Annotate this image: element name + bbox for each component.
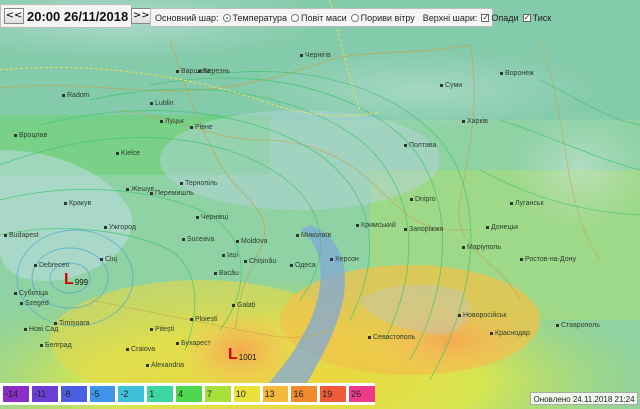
city-label: Ужгород — [104, 224, 136, 231]
option-label: Пориви вітру — [360, 12, 415, 23]
city-label: Dnipro — [410, 196, 436, 203]
city-label: Suceava — [182, 236, 214, 243]
city-label: Iași — [222, 252, 238, 259]
next-time-button[interactable]: >> — [131, 8, 152, 24]
radio-button[interactable] — [350, 13, 359, 22]
city-label: Луцьк — [160, 118, 184, 125]
city-label: Суми — [440, 82, 462, 89]
legend-swatch: 1 — [147, 386, 174, 402]
legend-swatch: 26 — [349, 386, 375, 402]
city-label: Debrecen — [34, 262, 69, 269]
city-label: Galați — [232, 302, 255, 309]
datetime-display: 20:00 26/11/2018 — [27, 8, 129, 24]
legend-swatch: 16 — [291, 386, 318, 402]
option-label: Повіт маси — [301, 12, 347, 23]
city-label: Перемишль — [150, 190, 194, 197]
city-label: Ростов-на-Дону — [520, 256, 576, 263]
city-label: Херсон — [330, 256, 359, 263]
city-label: Кримський — [356, 222, 396, 229]
low-pressure-marker[interactable]: L 1001 — [228, 346, 257, 363]
checkbox-checked-icon[interactable]: ✓ — [481, 13, 490, 22]
legend-swatch: -11 — [31, 386, 58, 402]
city-label: Timișoara — [54, 320, 89, 327]
city-label: Lublin — [150, 100, 174, 107]
top-layer-option-pressure[interactable]: ✓ Тиск — [522, 12, 552, 23]
city-label: Ploiești — [190, 316, 218, 323]
city-label: Березнь — [198, 68, 230, 75]
updated-timestamp: Оновлено 24.11.2018 21:24 — [530, 392, 638, 405]
city-label: Szeged — [20, 300, 49, 307]
city-label: Kielce — [116, 150, 140, 157]
city-label: Moldova — [236, 238, 267, 245]
legend-swatch: 13 — [262, 386, 289, 402]
city-label: Маріуполь — [462, 244, 501, 251]
city-label: Донецьк — [486, 224, 518, 231]
base-layer-option-temperature[interactable]: Температура — [222, 12, 288, 23]
option-label: Температура — [232, 12, 288, 23]
top-layer-option-precipitation[interactable]: ✓ Опади — [481, 12, 519, 23]
temperature-legend: -14 -11 -8 -5 -2 1 4 7 10 13 16 19 26 — [0, 383, 375, 405]
radio-button[interactable] — [222, 13, 231, 22]
prev-time-button[interactable]: << — [4, 8, 24, 24]
time-navigation: << 20:00 26/11/2018 >> — [0, 4, 152, 28]
city-label: Запоріжжя — [404, 226, 443, 233]
option-label: Тиск — [532, 12, 552, 23]
legend-swatch: -8 — [60, 386, 87, 402]
city-label: Одеса — [290, 262, 316, 269]
radio-button[interactable] — [291, 13, 300, 22]
city-label: Pitești — [150, 326, 174, 333]
legend-swatch: 4 — [176, 386, 202, 402]
city-label: Краснодар — [490, 330, 530, 337]
legend-swatch: 10 — [233, 386, 260, 402]
legend-swatch: -14 — [3, 386, 29, 402]
city-label: Вроцлав — [14, 132, 47, 139]
city-label: Бухарест — [176, 340, 211, 347]
city-label: Тернопіль — [180, 180, 218, 187]
city-label: Полтава — [404, 142, 436, 149]
city-label: Ставрополь — [556, 322, 600, 329]
city-label: Харків — [462, 118, 488, 125]
legend-swatch: 7 — [204, 386, 231, 402]
top-layer-label: Верхні шари: — [422, 12, 478, 23]
legend-swatch: 19 — [320, 386, 347, 402]
city-label: Cluj — [100, 256, 117, 263]
city-label: Рівне — [190, 124, 213, 131]
city-label: Чернівці — [196, 214, 228, 221]
city-label: Белград — [40, 342, 72, 349]
city-label: Alexandria — [146, 362, 184, 369]
low-pressure-value: 999 — [74, 278, 89, 287]
city-label: Нові Сад — [24, 326, 58, 333]
city-label: Chișinău — [244, 258, 276, 265]
low-letter: L — [64, 271, 74, 288]
city-label: Radom — [62, 92, 90, 99]
city-label: Craiova — [126, 346, 155, 353]
city-label: Bacău — [214, 270, 239, 277]
city-label: Новоросійськ — [458, 312, 506, 319]
low-pressure-value: 1001 — [238, 353, 257, 362]
city-label: Кракув — [64, 200, 91, 207]
checkbox-checked-icon[interactable]: ✓ — [522, 13, 531, 22]
legend-swatch: -5 — [89, 386, 116, 402]
city-label: Миколаїв — [296, 232, 331, 239]
city-label: Суботіца — [14, 290, 48, 297]
low-pressure-marker[interactable]: L 999 — [64, 271, 89, 288]
layer-controls: Основний шар: Температура Повіт маси Пор… — [150, 8, 551, 27]
city-label: Воронеж — [500, 70, 534, 77]
base-layer-label: Основний шар: — [155, 12, 219, 23]
weather-map[interactable] — [0, 0, 640, 409]
base-layer-option-air-masses[interactable]: Повіт маси — [291, 13, 347, 23]
city-label: Севастополь — [368, 334, 415, 341]
base-layer-option-wind-gusts[interactable]: Пориви вітру — [350, 12, 415, 23]
city-label: Budapest — [4, 232, 39, 239]
legend-swatch: -2 — [118, 386, 145, 402]
city-label: Чернігів — [300, 52, 331, 59]
city-label: Жешув — [126, 186, 154, 193]
option-label: Опади — [491, 12, 519, 23]
low-letter: L — [228, 346, 238, 363]
city-label: Луганськ — [510, 200, 544, 207]
